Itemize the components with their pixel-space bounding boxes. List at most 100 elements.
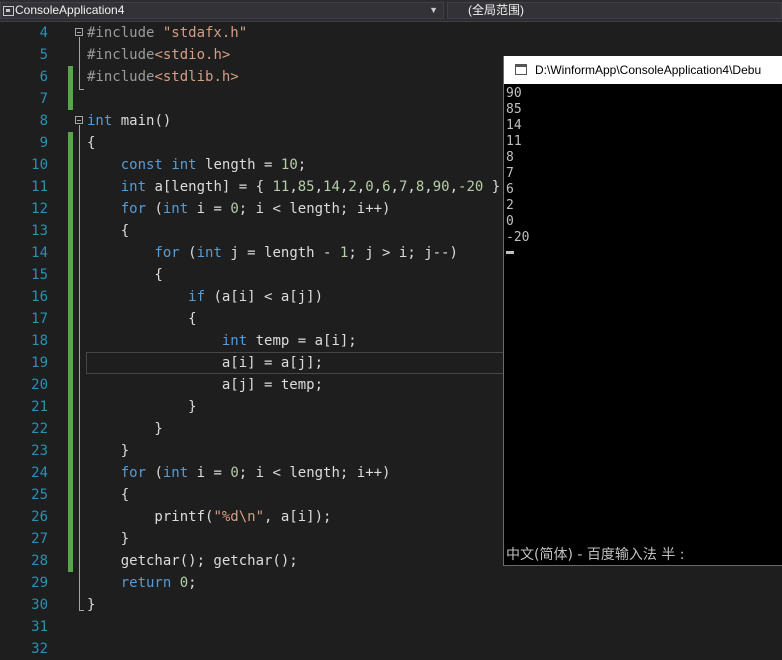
code-token: {: [87, 311, 197, 327]
code-token: 85: [297, 179, 315, 195]
code-token: if: [188, 289, 206, 305]
code-text: }: [87, 396, 197, 418]
code-token: int: [87, 113, 113, 129]
console-title-bar[interactable]: D:\WinformApp\ConsoleApplication4\Debu: [504, 56, 782, 84]
project-name: ConsoleApplication4: [15, 3, 125, 17]
code-line[interactable]: 31: [0, 616, 782, 638]
line-number: 9: [39, 135, 48, 151]
code-text: getchar(); getchar();: [87, 550, 298, 572]
code-token: <stdio.h>: [154, 47, 231, 63]
code-token: {: [87, 487, 130, 503]
code-text: a[j] = temp;: [87, 374, 323, 396]
code-text: for (int j = length - 1; j > i; j--): [87, 242, 458, 264]
line-number: 29: [31, 575, 48, 591]
code-token: i =: [188, 465, 231, 481]
line-number: 5: [39, 47, 48, 63]
code-text: {: [87, 484, 129, 506]
code-token: (a[i] < a[j]): [205, 289, 324, 305]
code-token: main(): [112, 113, 172, 129]
line-number: 7: [39, 91, 48, 107]
code-token: a[j] = temp;: [87, 377, 324, 393]
code-token: return: [120, 575, 172, 591]
code-token: }: [87, 399, 197, 415]
code-token: {: [87, 223, 130, 239]
code-token: ; i < length; i++): [238, 201, 391, 217]
line-number: 12: [31, 201, 48, 217]
code-text: int temp = a[i];: [87, 330, 357, 352]
code-token: #include: [87, 69, 155, 85]
code-token: ,: [407, 179, 416, 195]
project-icon: [3, 6, 14, 16]
code-token: ,: [390, 179, 399, 195]
code-text: printf("%d\n", a[i]);: [87, 506, 331, 528]
code-text: {: [87, 308, 197, 330]
code-line[interactable]: 29 return 0;: [0, 572, 782, 594]
line-number: 26: [31, 509, 48, 525]
code-token: a[i] = a[j];: [87, 355, 324, 371]
code-token: , a[i]);: [264, 509, 332, 525]
code-token: 0: [179, 575, 189, 591]
code-token: int: [162, 465, 189, 481]
code-token: (: [146, 465, 163, 481]
code-token: (: [146, 201, 163, 217]
code-token: }: [87, 443, 130, 459]
code-token: const: [120, 157, 163, 173]
code-token: int: [221, 333, 248, 349]
line-number: 8: [39, 113, 48, 129]
code-token: printf(: [87, 509, 214, 525]
line-number: 25: [31, 487, 48, 503]
code-line[interactable]: 32: [0, 638, 782, 660]
code-token: 11: [272, 179, 290, 195]
line-number: 10: [31, 157, 48, 173]
project-dropdown[interactable]: ConsoleApplication4 ▼: [0, 2, 444, 19]
line-number: 4: [39, 25, 48, 41]
code-text: return 0;: [87, 572, 197, 594]
code-text: }: [87, 528, 129, 550]
code-token: {: [87, 135, 96, 151]
code-text: }: [87, 440, 129, 462]
code-line[interactable]: 4 #include "stdafx.h": [0, 22, 782, 44]
code-token: length =: [196, 157, 281, 173]
line-number: 21: [31, 399, 48, 415]
code-text: {: [87, 132, 95, 154]
code-text: a[i] = a[j];: [87, 352, 323, 374]
console-window[interactable]: D:\WinformApp\ConsoleApplication4\Debu 9…: [503, 56, 782, 566]
code-line[interactable]: 30}: [0, 594, 782, 616]
line-number: 19: [31, 355, 48, 371]
code-token: ;: [297, 157, 307, 173]
scope-dropdown[interactable]: (全局范围): [447, 2, 782, 19]
code-token: ; j > i; j--): [348, 245, 458, 261]
console-output-line: 90: [506, 86, 522, 101]
code-token: }: [87, 421, 163, 437]
console-output-line: 0: [506, 214, 514, 229]
code-token: #include: [87, 25, 163, 41]
code-token: int: [120, 179, 147, 195]
line-number: 31: [31, 619, 48, 635]
code-token: ,: [424, 179, 433, 195]
navigation-bar: ConsoleApplication4 ▼ (全局范围): [0, 0, 782, 22]
code-token: i =: [188, 201, 231, 217]
chevron-down-icon[interactable]: ▼: [429, 3, 438, 18]
code-token: int: [162, 201, 189, 217]
line-number: 24: [31, 465, 48, 481]
code-token: 90: [432, 179, 450, 195]
code-token: int: [171, 157, 197, 173]
console-output: 90 85 14 11 8 7 6 2 0 -20: [506, 86, 776, 254]
line-number: 17: [31, 311, 48, 327]
code-text: for (int i = 0; i < length; i++): [87, 462, 391, 484]
code-token: int: [196, 245, 222, 261]
code-token: 0: [230, 465, 239, 481]
code-token: j = length -: [221, 245, 340, 261]
code-token: ,: [289, 179, 298, 195]
code-token: (: [179, 245, 197, 261]
code-token: "stdafx.h": [162, 25, 248, 41]
code-token: getchar(); getchar();: [87, 553, 298, 569]
